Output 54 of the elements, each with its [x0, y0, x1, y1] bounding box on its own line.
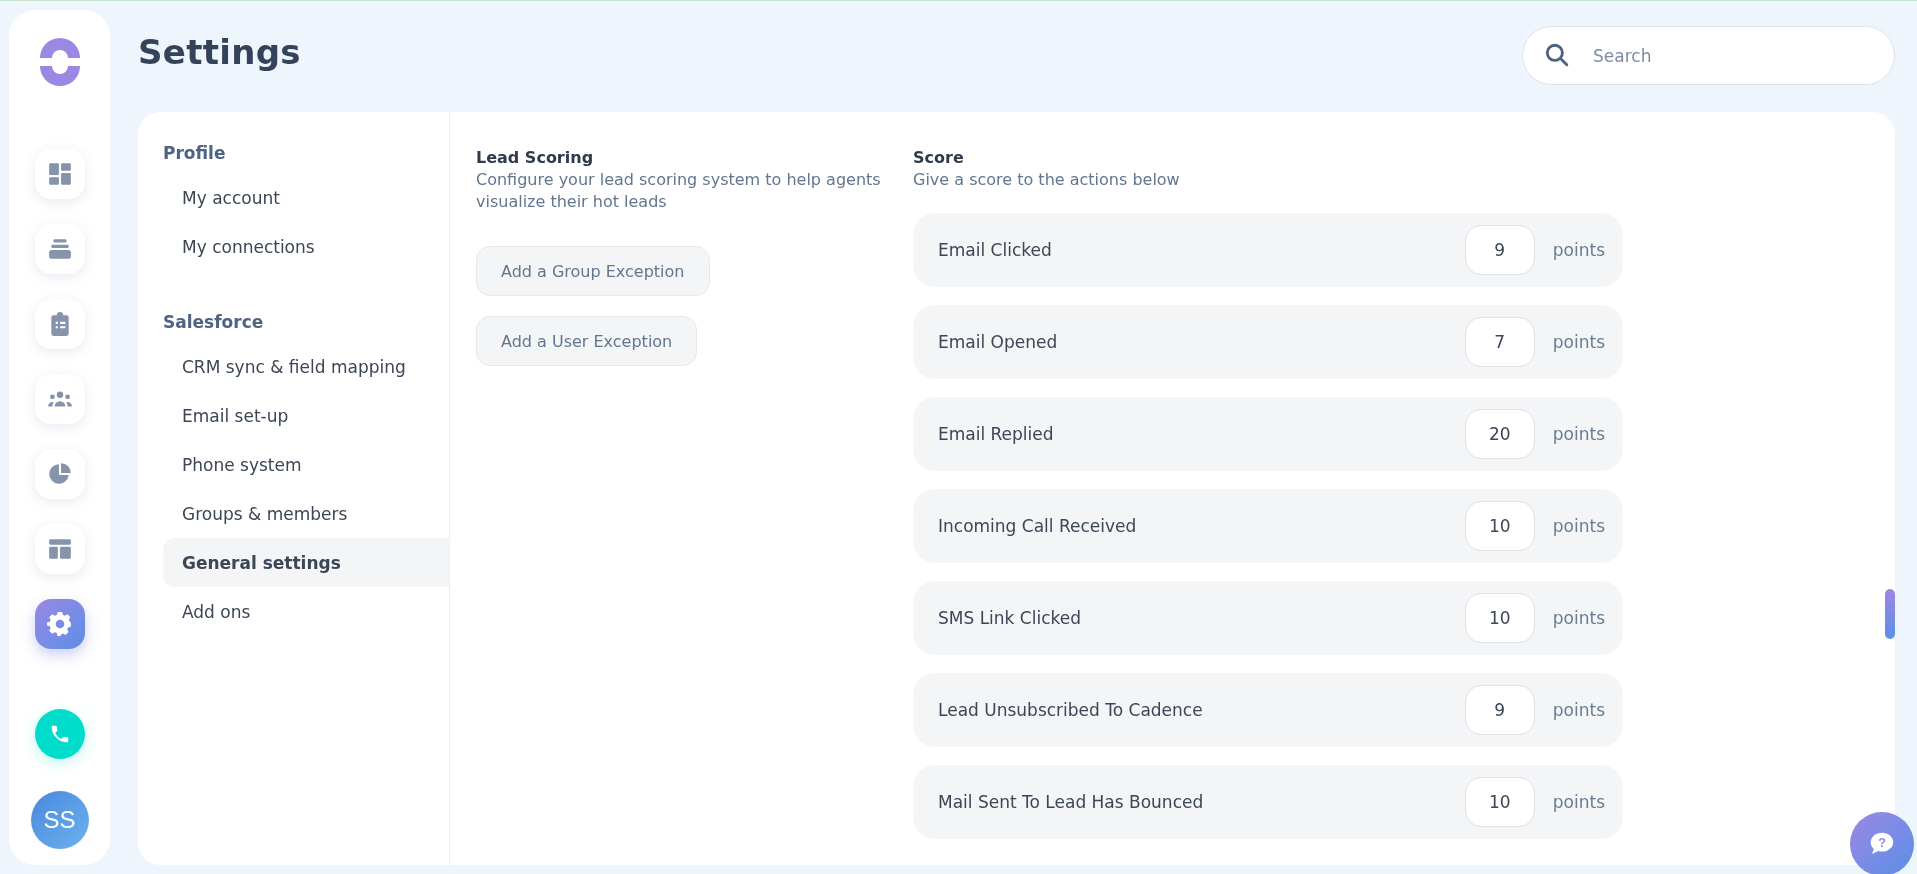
- points-label: points: [1552, 239, 1605, 260]
- action-label: Email Clicked: [938, 239, 1053, 260]
- rail-button[interactable]: [34, 299, 85, 349]
- search-field[interactable]: Search: [1522, 26, 1895, 85]
- points-input[interactable]: 10: [1464, 500, 1535, 551]
- rail-button[interactable]: [34, 374, 85, 424]
- rail-button[interactable]: [34, 449, 85, 499]
- exception-button[interactable]: Add a Group Exception: [476, 246, 710, 297]
- search-icon: [1544, 42, 1570, 68]
- nav-section-heading: Salesforce: [163, 310, 265, 334]
- points-label: points: [1552, 331, 1605, 352]
- section-description: Give a score to the actions below: [913, 169, 1181, 191]
- exception-button[interactable]: Add a User Exception: [476, 316, 698, 367]
- rail-button[interactable]: [34, 524, 85, 574]
- nav-item[interactable]: Email set-up: [163, 391, 449, 440]
- section-description: Configure your lead scoring system to help agents visualize their hot leads: [476, 169, 882, 213]
- nav-item[interactable]: CRM sync & field mapping: [163, 342, 449, 391]
- pie-chart-icon: [46, 461, 73, 487]
- nav-item[interactable]: My account: [163, 173, 449, 222]
- action-label: Email Replied: [938, 423, 1055, 444]
- points-input[interactable]: 20: [1464, 408, 1535, 459]
- scrollbar-thumb[interactable]: [1885, 589, 1895, 639]
- points-input[interactable]: 7: [1464, 316, 1535, 367]
- section-title: Score: [913, 148, 965, 167]
- rail-button[interactable]: [34, 149, 85, 199]
- settings-icon: [46, 611, 73, 637]
- nav-item[interactable]: Groups & members: [163, 489, 449, 538]
- layout-icon: [46, 536, 73, 562]
- dashboard-icon: [46, 161, 73, 187]
- points-input[interactable]: 9: [1464, 224, 1535, 275]
- points-label: points: [1552, 699, 1605, 720]
- points-input[interactable]: 9: [1464, 684, 1535, 735]
- points-label: points: [1552, 423, 1605, 444]
- action-label: Incoming Call Received: [938, 515, 1138, 536]
- points-input[interactable]: 10: [1464, 592, 1535, 643]
- action-label: Email Opened: [938, 331, 1059, 352]
- points-input[interactable]: 10: [1464, 776, 1535, 827]
- action-label: Lead Unsubscribed To Cadence: [938, 699, 1204, 720]
- inbox-stack-icon: [46, 236, 73, 262]
- nav-item[interactable]: My connections: [163, 222, 449, 271]
- points-label: points: [1552, 791, 1605, 812]
- phone-button[interactable]: [34, 709, 85, 759]
- rail-button[interactable]: [34, 224, 85, 274]
- rail-button[interactable]: [34, 599, 85, 649]
- page-title: Settings: [138, 32, 301, 72]
- nav-item[interactable]: Add ons: [163, 587, 449, 636]
- section-title: Lead Scoring: [476, 148, 594, 167]
- nav-section-heading: Profile: [163, 141, 227, 165]
- points-label: points: [1552, 515, 1605, 536]
- points-label: points: [1552, 607, 1605, 628]
- nav-item[interactable]: General settings: [163, 538, 449, 587]
- action-label: SMS Link Clicked: [938, 607, 1083, 628]
- action-label: Mail Sent To Lead Has Bounced: [938, 791, 1205, 812]
- nav-item[interactable]: Phone system: [163, 440, 449, 489]
